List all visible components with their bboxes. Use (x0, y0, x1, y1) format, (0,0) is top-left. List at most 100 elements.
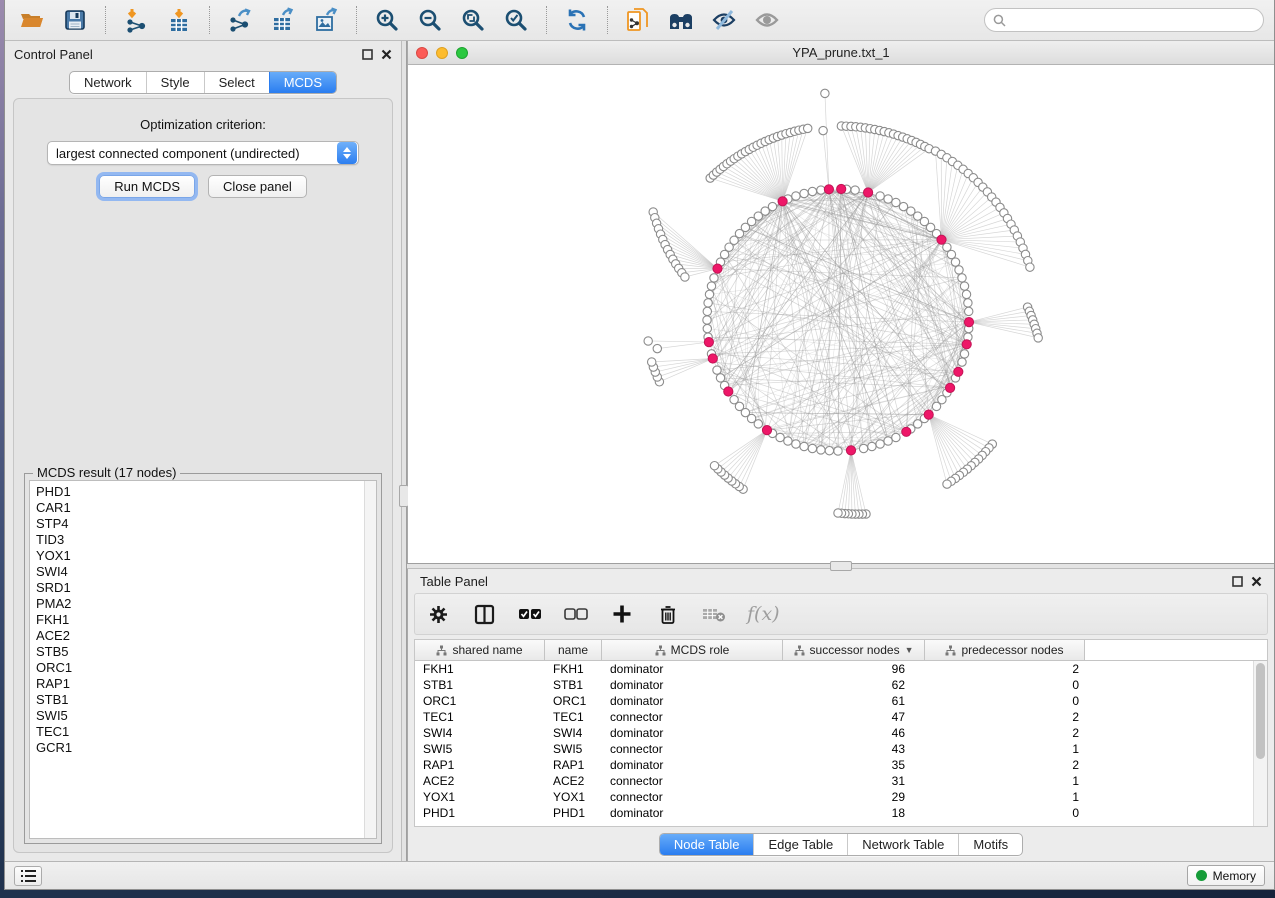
graph-node[interactable] (958, 358, 966, 366)
graph-mcds-node[interactable] (778, 197, 787, 206)
mcds-result-item[interactable]: PMA2 (36, 596, 364, 612)
cell-successor-nodes[interactable]: 61 (783, 694, 925, 708)
zoom-in-button[interactable] (370, 4, 404, 36)
graph-node[interactable] (792, 440, 800, 448)
cell-shared-name[interactable]: SWI4 (415, 726, 545, 740)
zoom-out-button[interactable] (413, 4, 447, 36)
cell-successor-nodes[interactable]: 43 (783, 742, 925, 756)
graph-node[interactable] (644, 337, 652, 345)
cell-MCDS-role[interactable]: dominator (602, 726, 783, 740)
cell-shared-name[interactable]: RAP1 (415, 758, 545, 772)
cell-successor-nodes[interactable]: 31 (783, 774, 925, 788)
mcds-result-item[interactable]: SWI4 (36, 564, 364, 580)
mcds-result-item[interactable]: TID3 (36, 532, 364, 548)
column-header-predecessor-nodes[interactable]: predecessor nodes (925, 640, 1085, 660)
table-row[interactable]: SWI5SWI5connector431 (415, 741, 1253, 757)
close-panel-icon[interactable] (1251, 576, 1262, 587)
column-header-name[interactable]: name (545, 640, 602, 660)
cell-name[interactable]: FKH1 (545, 662, 602, 676)
graph-node[interactable] (1026, 263, 1034, 271)
graph-mcds-node[interactable] (762, 426, 771, 435)
graph-node[interactable] (653, 344, 661, 352)
table-row[interactable]: YOX1YOX1connector291 (415, 789, 1253, 805)
select-all-button[interactable] (517, 601, 543, 627)
graph-node[interactable] (892, 198, 900, 206)
run-mcds-button[interactable]: Run MCDS (99, 175, 195, 198)
hide-selected-button[interactable] (707, 4, 741, 36)
graph-node[interactable] (707, 282, 715, 290)
mcds-result-item[interactable]: RAP1 (36, 676, 364, 692)
float-panel-icon[interactable] (362, 49, 373, 60)
horizontal-splitter[interactable] (407, 563, 1274, 569)
tab-edge-table[interactable]: Edge Table (753, 834, 847, 855)
graph-mcds-node[interactable] (837, 184, 846, 193)
tab-select[interactable]: Select (204, 72, 269, 93)
table-row[interactable]: TEC1TEC1connector472 (415, 709, 1253, 725)
cell-predecessor-nodes[interactable]: 0 (925, 694, 1085, 708)
cell-MCDS-role[interactable]: dominator (602, 678, 783, 692)
memory-button[interactable]: Memory (1187, 865, 1265, 886)
mcds-list-scrollbar[interactable] (364, 481, 376, 838)
graph-node[interactable] (710, 274, 718, 282)
cell-successor-nodes[interactable]: 18 (783, 806, 925, 820)
tab-network-table[interactable]: Network Table (847, 834, 958, 855)
mcds-result-item[interactable]: YOX1 (36, 548, 364, 564)
graph-node[interactable] (821, 89, 829, 97)
search-box[interactable] (984, 8, 1264, 32)
tab-node-table[interactable]: Node Table (660, 834, 754, 855)
graph-node[interactable] (951, 258, 959, 266)
cell-shared-name[interactable]: FKH1 (415, 662, 545, 676)
close-panel-button[interactable]: Close panel (208, 175, 307, 198)
graph-node[interactable] (958, 274, 966, 282)
cell-MCDS-role[interactable]: dominator (602, 694, 783, 708)
cell-successor-nodes[interactable]: 46 (783, 726, 925, 740)
close-panel-icon[interactable] (381, 49, 392, 60)
task-history-button[interactable] (14, 866, 42, 886)
graph-node[interactable] (703, 324, 711, 332)
graph-node[interactable] (703, 316, 711, 324)
zoom-fit-button[interactable] (456, 4, 490, 36)
graph-node[interactable] (825, 447, 833, 455)
tab-network[interactable]: Network (70, 72, 146, 93)
graph-node[interactable] (817, 446, 825, 454)
cell-predecessor-nodes[interactable]: 2 (925, 758, 1085, 772)
network-canvas[interactable] (408, 65, 1274, 563)
graph-node[interactable] (800, 189, 808, 197)
graph-node[interactable] (817, 186, 825, 194)
graph-node[interactable] (800, 442, 808, 450)
tab-mcds[interactable]: MCDS (269, 72, 336, 93)
graph-node[interactable] (851, 186, 859, 194)
graph-mcds-node[interactable] (946, 383, 955, 392)
cell-successor-nodes[interactable]: 29 (783, 790, 925, 804)
mcds-result-item[interactable]: STB5 (36, 644, 364, 660)
graph-mcds-node[interactable] (964, 318, 973, 327)
graph-node[interactable] (960, 350, 968, 358)
graph-node[interactable] (792, 192, 800, 200)
graph-node[interactable] (1034, 334, 1042, 342)
mcds-result-item[interactable]: FKH1 (36, 612, 364, 628)
graph-node[interactable] (876, 192, 884, 200)
mcds-result-item[interactable]: ACE2 (36, 628, 364, 644)
graph-node[interactable] (776, 433, 784, 441)
graph-node[interactable] (648, 358, 656, 366)
open-file-button[interactable] (15, 4, 49, 36)
table-scrollbar[interactable] (1253, 661, 1267, 826)
maximize-window-icon[interactable] (456, 47, 468, 59)
cell-name[interactable]: RAP1 (545, 758, 602, 772)
export-network-button[interactable] (223, 4, 257, 36)
cell-predecessor-nodes[interactable]: 1 (925, 774, 1085, 788)
graph-node[interactable] (716, 374, 724, 382)
table-row[interactable]: ORC1ORC1dominator610 (415, 693, 1253, 709)
graph-node[interactable] (713, 366, 721, 374)
network-graph[interactable] (408, 65, 1274, 563)
cell-predecessor-nodes[interactable]: 1 (925, 790, 1085, 804)
table-row[interactable]: STB1STB1dominator620 (415, 677, 1253, 693)
table-scrollbar-thumb[interactable] (1256, 663, 1265, 759)
graph-node[interactable] (884, 437, 892, 445)
graph-node[interactable] (681, 273, 689, 281)
graph-node[interactable] (703, 307, 711, 315)
graph-node[interactable] (932, 402, 940, 410)
cell-MCDS-role[interactable]: connector (602, 710, 783, 724)
splitter-grip[interactable] (830, 561, 852, 571)
minimize-window-icon[interactable] (436, 47, 448, 59)
